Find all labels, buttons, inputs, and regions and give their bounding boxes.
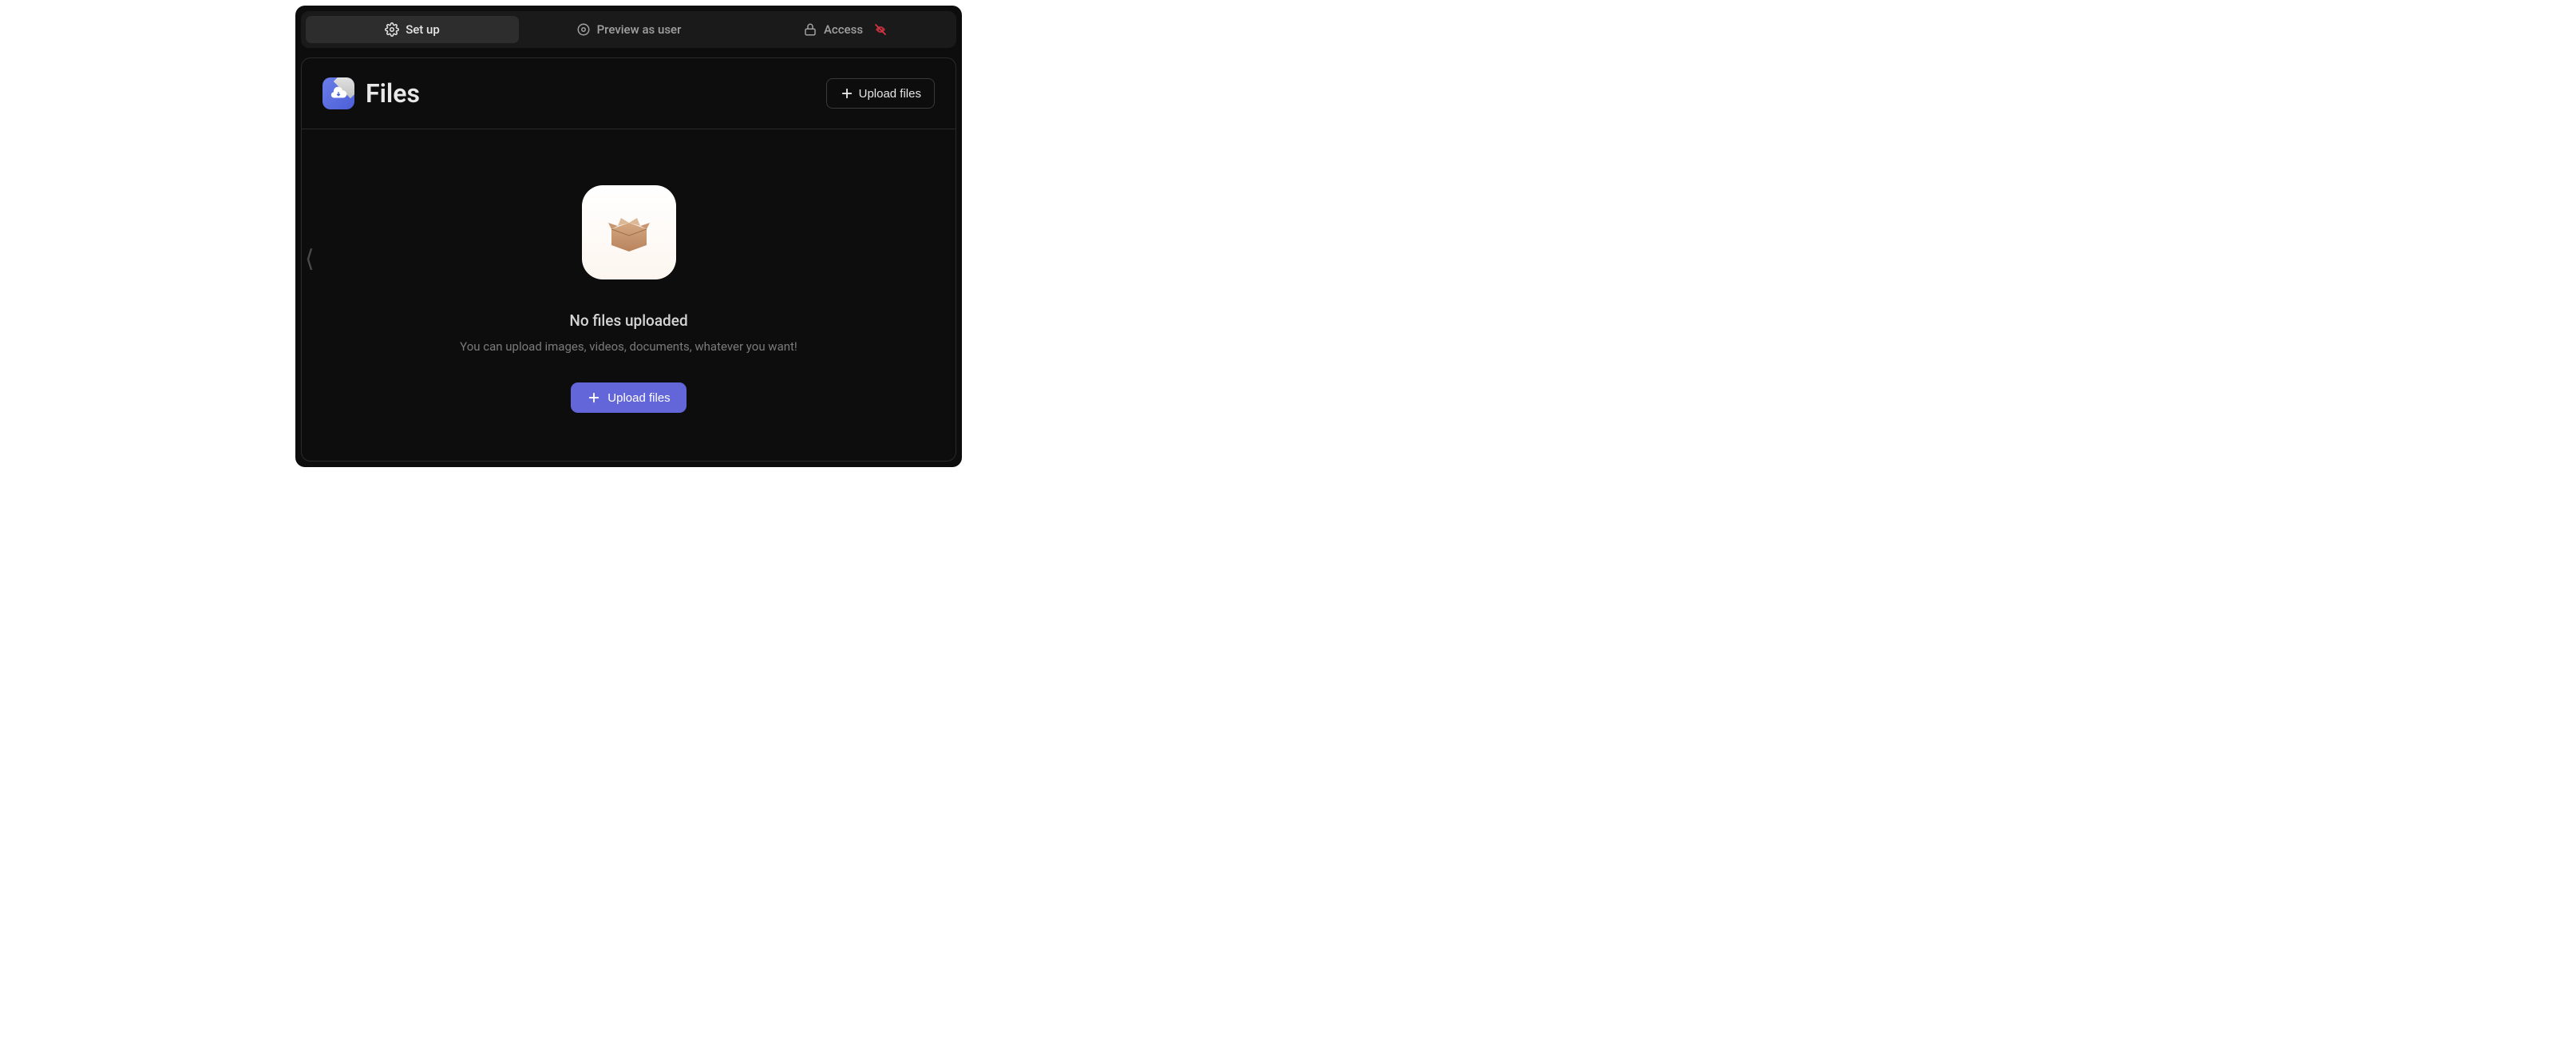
plus-icon <box>587 390 601 405</box>
lock-icon <box>803 22 817 37</box>
tab-access[interactable]: Access <box>738 16 952 43</box>
upload-files-button-primary[interactable]: Upload files <box>571 382 686 413</box>
tab-preview-label: Preview as user <box>597 22 682 37</box>
empty-state-subtitle: You can upload images, videos, documents… <box>460 339 797 354</box>
drag-handle[interactable]: ⟨ <box>305 248 315 271</box>
gear-icon <box>385 22 399 37</box>
empty-box-icon <box>582 185 676 279</box>
panel-header-left: Files <box>322 77 420 109</box>
hidden-badge-icon <box>874 23 887 36</box>
content-panel: ⟨ Files Upload files <box>301 57 956 462</box>
tab-setup-label: Set up <box>406 22 440 37</box>
tab-access-label: Access <box>824 22 863 37</box>
app-window: Set up Preview as user Access ⟨ <box>295 6 962 467</box>
upload-files-label: Upload files <box>859 87 921 101</box>
eye-icon <box>576 22 591 37</box>
plus-icon <box>840 86 854 101</box>
upload-files-primary-label: Upload files <box>607 391 670 405</box>
empty-state: No files uploaded You can upload images,… <box>302 129 956 461</box>
files-app-icon <box>322 77 354 109</box>
empty-state-title: No files uploaded <box>569 311 687 330</box>
tab-setup[interactable]: Set up <box>306 16 519 43</box>
page-title: Files <box>366 78 420 109</box>
tab-preview[interactable]: Preview as user <box>522 16 735 43</box>
tab-bar: Set up Preview as user Access <box>301 11 956 48</box>
upload-files-button[interactable]: Upload files <box>826 78 935 109</box>
panel-header: Files Upload files <box>302 58 956 129</box>
